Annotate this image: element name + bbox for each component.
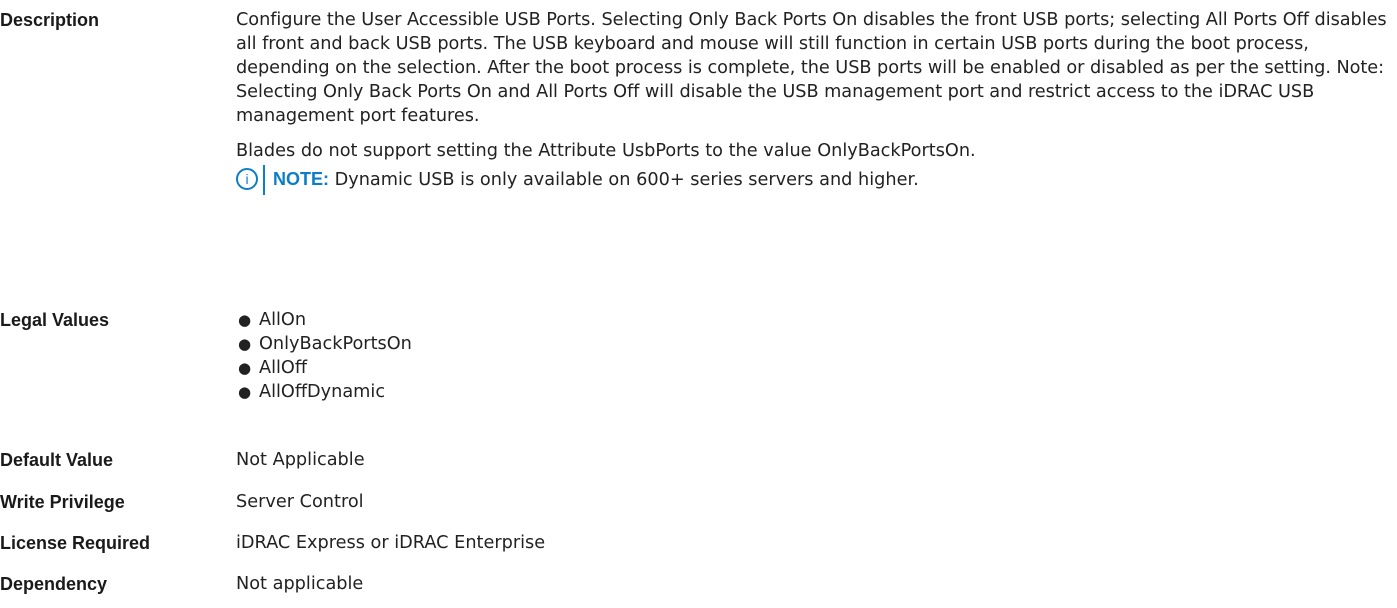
dependency-label: Dependency xyxy=(0,574,108,594)
list-item: ● AllOff xyxy=(236,356,1397,380)
description-label: Description xyxy=(0,10,100,30)
dependency-value: Not applicable xyxy=(236,574,364,594)
legal-values-label: Legal Values xyxy=(0,310,110,330)
note-divider xyxy=(263,165,265,195)
write-privilege-value: Server Control xyxy=(236,492,364,512)
bullet-icon: ● xyxy=(238,311,252,329)
note-callout: i NOTE: Dynamic USB is only available on… xyxy=(236,165,1397,199)
legal-values-list: ● AllOn ● OnlyBackPortsOn ● AllOff ● AllOffD… xyxy=(236,308,1397,404)
list-item: ● OnlyBackPortsOn xyxy=(236,332,1397,356)
note-text: NOTE: Dynamic USB is only available on 6… xyxy=(273,167,919,192)
description-value: Configure the User Accessible USB Ports.… xyxy=(236,8,1397,199)
list-item-text: AllOff xyxy=(259,358,308,378)
legal-values-value: ● AllOn ● OnlyBackPortsOn ● AllOff ● AllOffD… xyxy=(236,308,1397,404)
bullet-icon: ● xyxy=(238,383,252,401)
description-paragraph: Configure the User Accessible USB Ports.… xyxy=(236,10,1387,126)
write-privilege-label: Write Privilege xyxy=(0,492,125,512)
default-value-label: Default Value xyxy=(0,450,114,470)
license-required-label: License Required xyxy=(0,533,151,553)
note-body: Dynamic USB is only available on 600+ se… xyxy=(329,170,919,190)
list-item-text: OnlyBackPortsOn xyxy=(259,334,412,354)
bullet-icon: ● xyxy=(238,335,252,353)
default-value-value: Not Applicable xyxy=(236,450,365,470)
info-icon: i xyxy=(236,168,258,190)
list-item-text: AllOn xyxy=(259,310,307,330)
blades-paragraph: Blades do not support setting the Attrib… xyxy=(236,141,976,161)
list-item-text: AllOffDynamic xyxy=(259,382,386,402)
license-required-value: iDRAC Express or iDRAC Enterprise xyxy=(236,533,546,553)
bullet-icon: ● xyxy=(238,359,252,377)
list-item: ● AllOffDynamic xyxy=(236,380,1397,404)
note-label: NOTE: xyxy=(273,169,329,189)
list-item: ● AllOn xyxy=(236,308,1397,332)
